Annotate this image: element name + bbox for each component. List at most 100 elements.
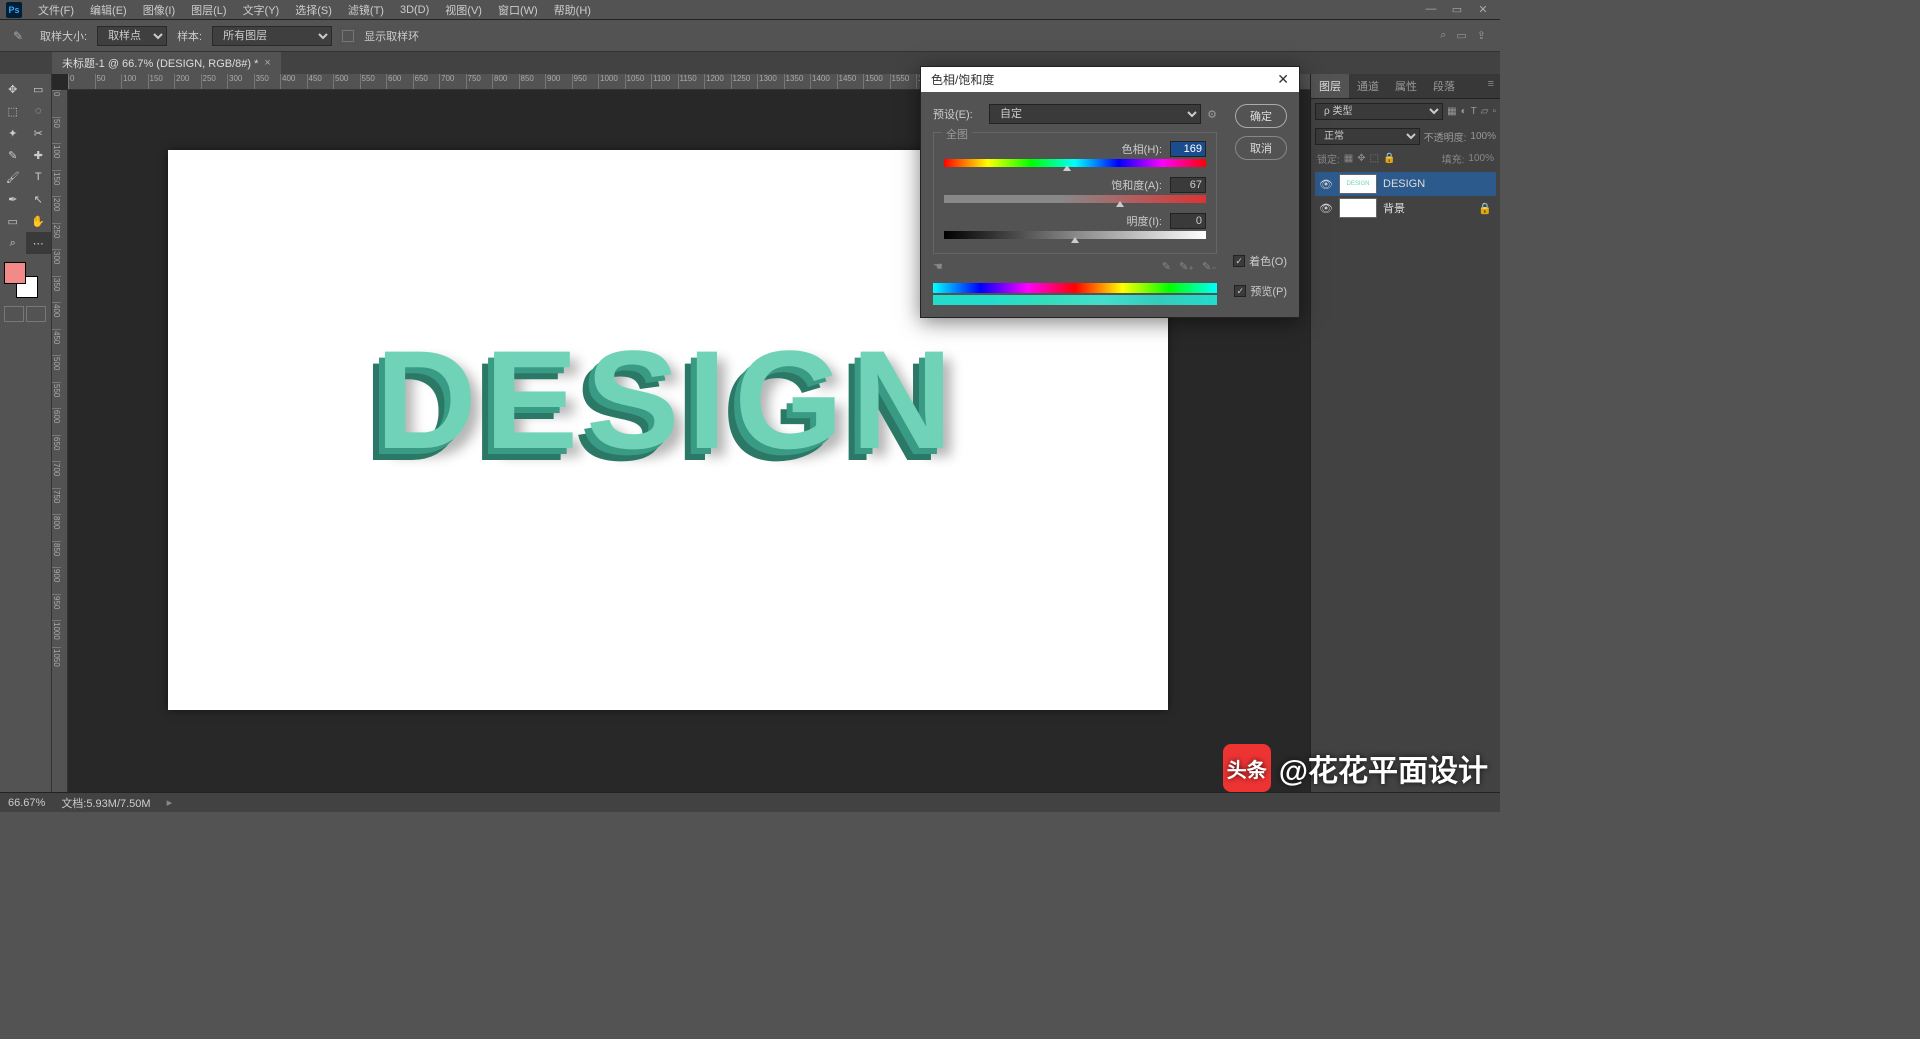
hand-tool[interactable]: ✋ (26, 210, 52, 232)
lock-position-icon[interactable]: ✥ (1357, 153, 1365, 164)
layer-filter-select[interactable]: ρ 类型 (1315, 103, 1443, 120)
tab-close-icon[interactable]: × (264, 57, 270, 69)
filter-type-icon[interactable]: T (1471, 106, 1477, 117)
pen-tool[interactable]: ✒ (0, 188, 26, 210)
ok-button[interactable]: 确定 (1235, 104, 1287, 128)
menu-help[interactable]: 帮助(H) (546, 2, 599, 18)
tab-layers[interactable]: 图层 (1311, 74, 1349, 98)
watermark-logo: 头条 (1223, 744, 1271, 792)
search-icon[interactable]: ⌕ (1440, 29, 1446, 42)
fill-value[interactable]: 100% (1468, 153, 1494, 164)
zoom-tool[interactable]: ⌕ (0, 232, 26, 254)
edit-toolbar[interactable]: ⋯ (26, 232, 52, 254)
close-button[interactable]: ✕ (1476, 3, 1490, 16)
share-icon[interactable]: ⇪ (1477, 29, 1486, 42)
sliders-fieldset: 全图 色相(H): 饱和度(A): (933, 132, 1217, 254)
maximize-button[interactable]: ▭ (1450, 3, 1464, 16)
saturation-slider[interactable] (944, 195, 1206, 205)
hue-input[interactable] (1170, 141, 1206, 157)
menu-layer[interactable]: 图层(L) (183, 2, 234, 18)
menu-image[interactable]: 图像(I) (135, 2, 183, 18)
healing-tool[interactable]: ✚ (26, 144, 52, 166)
options-bar: ✎ 取样大小: 取样点 样本: 所有图层 显示取样环 ⌕ ▭ ⇪ (0, 20, 1500, 52)
panel-tabs: 图层 通道 属性 段落 ≡ (1311, 74, 1500, 99)
tab-paragraph[interactable]: 段落 (1425, 74, 1463, 98)
toolbox: ✥▭ ⬚◌ ✦✂ ✎✚ 🖌T ✒↖ ▭✋ ⌕⋯ (0, 74, 52, 792)
filter-smart-icon[interactable]: ▫ (1492, 106, 1496, 117)
menu-window[interactable]: 窗口(W) (490, 2, 546, 18)
dialog-close-icon[interactable]: ✕ (1277, 71, 1289, 88)
lightness-slider[interactable] (944, 231, 1206, 241)
colorize-checkbox[interactable]: ✓ (1233, 255, 1245, 267)
eyedropper-tool[interactable]: ✎ (0, 144, 26, 166)
filter-shape-icon[interactable]: ▱ (1481, 106, 1489, 117)
document-info[interactable]: 文档:5.93M/7.50M (61, 795, 150, 811)
screenmode-button[interactable] (26, 306, 46, 322)
dialog-titlebar[interactable]: 色相/饱和度 ✕ (921, 67, 1299, 92)
lightness-input[interactable] (1170, 213, 1206, 229)
show-ring-checkbox[interactable] (342, 30, 354, 42)
menu-view[interactable]: 视图(V) (437, 2, 490, 18)
menu-type[interactable]: 文字(Y) (235, 2, 288, 18)
menu-select[interactable]: 选择(S) (287, 2, 340, 18)
preview-checkbox[interactable]: ✓ (1234, 285, 1246, 297)
menu-file[interactable]: 文件(F) (30, 2, 82, 18)
sample-size-select[interactable]: 取样点 (97, 26, 167, 46)
lock-pixels-icon[interactable]: ▦ (1344, 153, 1353, 164)
preset-select[interactable]: 自定 (989, 104, 1201, 124)
filter-pixel-icon[interactable]: ▦ (1447, 106, 1456, 117)
sample-label: 样本: (177, 28, 202, 44)
panel-menu-icon[interactable]: ≡ (1482, 74, 1500, 98)
opacity-value[interactable]: 100% (1470, 131, 1496, 142)
move-tool[interactable]: ✥ (0, 78, 26, 100)
layer-thumbnail[interactable]: DESIGN (1339, 174, 1377, 194)
brush-tool[interactable]: 🖌 (0, 166, 26, 188)
visibility-icon[interactable]: 👁 (1319, 178, 1333, 191)
sample-layers-select[interactable]: 所有图层 (212, 26, 332, 46)
menu-filter[interactable]: 滤镜(T) (340, 2, 392, 18)
foreground-color[interactable] (4, 262, 26, 284)
workspace-icon[interactable]: ▭ (1456, 29, 1466, 42)
eyedropper-sub-icon[interactable]: ✎₋ (1202, 260, 1217, 273)
saturation-input[interactable] (1170, 177, 1206, 193)
watermark: 头条 @花花平面设计 (1223, 744, 1488, 792)
layer-row[interactable]: 👁 背景 🔒 (1315, 196, 1496, 220)
layer-row[interactable]: 👁 DESIGN DESIGN (1315, 172, 1496, 196)
eyedropper-tool-icon[interactable]: ✎ (6, 25, 30, 47)
tab-properties[interactable]: 属性 (1387, 74, 1425, 98)
layer-thumbnail[interactable] (1339, 198, 1377, 218)
zoom-level[interactable]: 66.67% (8, 797, 45, 809)
hue-saturation-dialog[interactable]: 色相/饱和度 ✕ 预设(E): 自定 ⚙ 全图 色相(H): (920, 66, 1300, 318)
document-tab[interactable]: 未标题-1 @ 66.7% (DESIGN, RGB/8#) * × (52, 51, 281, 74)
preset-gear-icon[interactable]: ⚙ (1207, 108, 1217, 121)
eyedropper-add-icon[interactable]: ✎₊ (1179, 260, 1194, 273)
docinfo-arrow-icon[interactable]: ▸ (167, 796, 173, 809)
wand-tool[interactable]: ✦ (0, 122, 26, 144)
eyedropper-icon[interactable]: ✎ (1162, 260, 1171, 273)
blend-mode-select[interactable]: 正常 (1315, 128, 1420, 145)
artboard-tool[interactable]: ▭ (26, 78, 52, 100)
shape-tool[interactable]: ▭ (0, 210, 26, 232)
filter-adjust-icon[interactable]: ◐ (1461, 106, 1467, 117)
lock-icon: 🔒 (1478, 202, 1492, 215)
color-swatches[interactable] (4, 262, 40, 298)
quickmask-button[interactable] (4, 306, 24, 322)
menu-edit[interactable]: 编辑(E) (82, 2, 135, 18)
ruler-vertical: 0501001502002503003504004505005506006507… (52, 90, 68, 792)
scrubby-icon[interactable]: ☚ (933, 260, 943, 273)
crop-tool[interactable]: ✂ (26, 122, 52, 144)
cancel-button[interactable]: 取消 (1235, 136, 1287, 160)
hue-slider[interactable] (944, 159, 1206, 169)
tab-channels[interactable]: 通道 (1349, 74, 1387, 98)
lasso-tool[interactable]: ◌ (26, 100, 52, 122)
show-ring-label: 显示取样环 (364, 28, 419, 44)
master-label[interactable]: 全图 (942, 126, 972, 142)
lock-artboard-icon[interactable]: ⬚ (1370, 153, 1379, 164)
marquee-tool[interactable]: ⬚ (0, 100, 26, 122)
type-tool[interactable]: T (26, 166, 52, 188)
minimize-button[interactable]: — (1424, 3, 1438, 16)
path-tool[interactable]: ↖ (26, 188, 52, 210)
visibility-icon[interactable]: 👁 (1319, 202, 1333, 215)
menu-3d[interactable]: 3D(D) (392, 4, 437, 16)
lock-all-icon[interactable]: 🔒 (1383, 153, 1395, 164)
